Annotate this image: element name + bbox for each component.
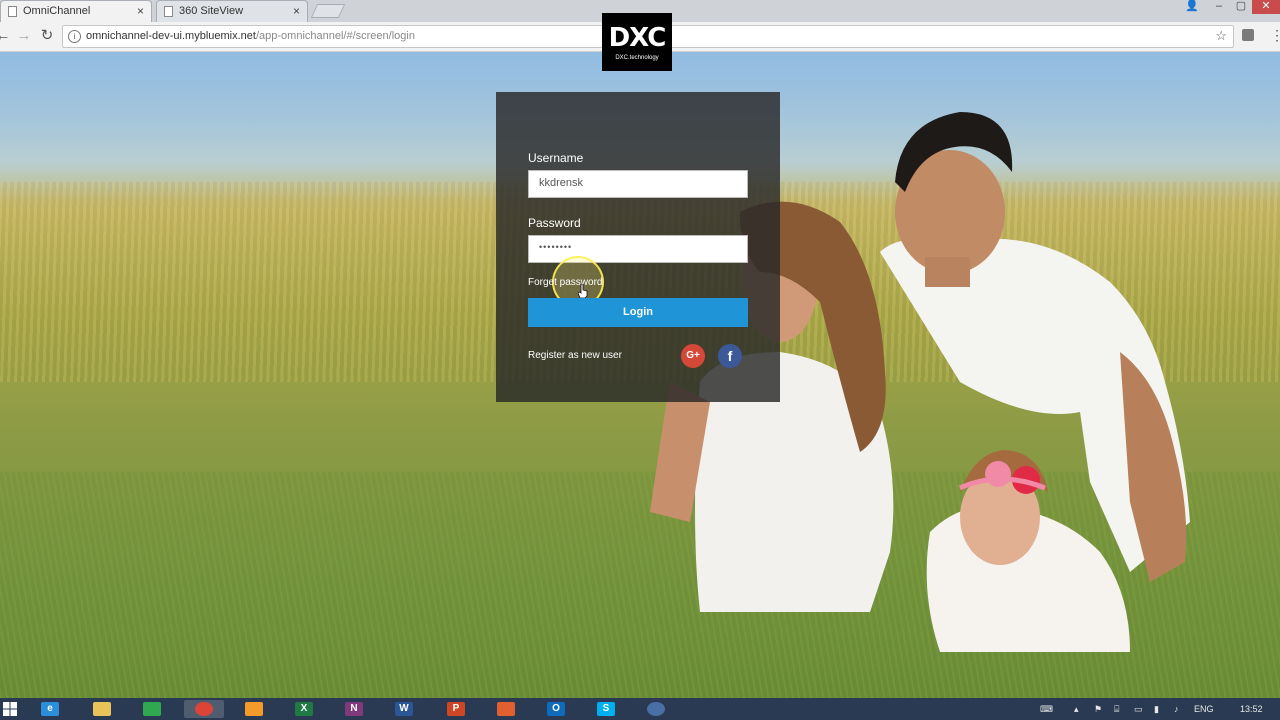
battery-icon[interactable]: ▮	[1154, 700, 1159, 718]
tool-app-icon	[497, 702, 515, 716]
logo-subtitle: DXC.technology	[615, 55, 659, 61]
internet-explorer-icon: e	[41, 702, 59, 716]
forgot-password-link[interactable]: Forget password	[528, 277, 602, 288]
logo-mark: DXC	[608, 23, 667, 53]
taskbar-app-store[interactable]	[132, 700, 172, 718]
keyboard-icon[interactable]: ⌨	[1040, 700, 1053, 718]
close-icon[interactable]: ×	[137, 4, 144, 18]
extension-icon[interactable]	[1242, 29, 1254, 41]
cortana-icon	[647, 702, 665, 716]
hand-cursor-icon	[578, 284, 588, 298]
clock[interactable]: 13:52	[1240, 700, 1263, 718]
tab-360-siteview[interactable]: 360 SiteView ×	[156, 0, 308, 22]
page-icon	[164, 6, 173, 17]
taskbar-app-internet-explorer[interactable]: e	[30, 700, 70, 718]
reload-icon[interactable]: ↻	[38, 27, 56, 45]
minimize-button[interactable]: –	[1208, 0, 1230, 14]
maximize-button[interactable]: ▢	[1230, 0, 1252, 14]
info-icon[interactable]: i	[68, 30, 81, 43]
username-label: Username	[528, 151, 584, 165]
tray-expand-icon[interactable]: ▴	[1074, 700, 1079, 718]
file-explorer-icon	[93, 702, 111, 716]
tab-title: OmniChannel	[23, 5, 91, 17]
skype-icon: S	[597, 702, 615, 716]
taskbar-app-chrome[interactable]	[184, 700, 224, 718]
register-link[interactable]: Register as new user	[528, 350, 622, 361]
taskbar-app-cortana[interactable]	[636, 700, 676, 718]
tab-omnichannel[interactable]: OmniChannel ×	[0, 0, 152, 22]
taskbar-app-tool-app[interactable]	[486, 700, 526, 718]
taskbar-app-excel[interactable]: X	[284, 700, 324, 718]
forward-icon[interactable]: →	[15, 27, 33, 45]
app-orange-icon	[245, 702, 263, 716]
page-icon	[8, 6, 17, 17]
new-tab-button[interactable]	[310, 4, 346, 18]
username-input[interactable]: kkdrensk	[528, 170, 748, 198]
bookmark-star-icon[interactable]: ☆	[1215, 28, 1227, 44]
login-page	[0, 52, 1280, 698]
taskbar-app-onenote[interactable]: N	[334, 700, 374, 718]
display-icon[interactable]: ▭	[1134, 700, 1143, 718]
network-icon[interactable]: ⌸	[1114, 700, 1119, 718]
outlook-icon: O	[547, 702, 565, 716]
taskbar: e X N W P O S ⌨ ▴ ⚑ ⌸ ▭ ▮ ♪ ENG 13:52	[0, 698, 1280, 720]
windows-start-icon[interactable]	[2, 701, 18, 717]
excel-icon: X	[295, 702, 313, 716]
tab-title: 360 SiteView	[179, 5, 244, 17]
google-plus-icon[interactable]: G+	[681, 344, 705, 368]
taskbar-app-skype[interactable]: S	[586, 700, 626, 718]
taskbar-app-file-explorer[interactable]	[82, 700, 122, 718]
taskbar-app-powerpoint[interactable]: P	[436, 700, 476, 718]
onenote-icon: N	[345, 702, 363, 716]
volume-icon[interactable]: ♪	[1174, 700, 1179, 718]
dxc-logo: DXC DXC.technology	[602, 13, 672, 71]
store-icon	[143, 702, 161, 716]
close-window-button[interactable]: ✕	[1252, 0, 1280, 14]
password-label: Password	[528, 216, 581, 230]
menu-icon[interactable]: ⋮	[1270, 28, 1280, 42]
login-button[interactable]: Login	[528, 298, 748, 327]
close-icon[interactable]: ×	[293, 4, 300, 18]
facebook-icon[interactable]: f	[718, 344, 742, 368]
taskbar-app-outlook[interactable]: O	[536, 700, 576, 718]
back-icon[interactable]: ←	[0, 27, 12, 45]
url-path: /app-omnichannel/#/screen/login	[255, 30, 415, 42]
powerpoint-icon: P	[447, 702, 465, 716]
user-icon[interactable]: 👤	[1181, 0, 1203, 14]
password-input[interactable]: ••••••••	[528, 235, 748, 263]
url-host: omnichannel-dev-ui.mybluemix.net	[86, 30, 256, 42]
url-text: omnichannel-dev-ui.mybluemix.net/app-omn…	[86, 30, 415, 42]
word-icon: W	[395, 702, 413, 716]
flag-icon[interactable]: ⚑	[1094, 700, 1102, 718]
taskbar-app-word[interactable]: W	[384, 700, 424, 718]
language-indicator[interactable]: ENG	[1194, 700, 1214, 718]
chrome-icon	[195, 702, 213, 716]
taskbar-app-app-orange[interactable]	[234, 700, 274, 718]
